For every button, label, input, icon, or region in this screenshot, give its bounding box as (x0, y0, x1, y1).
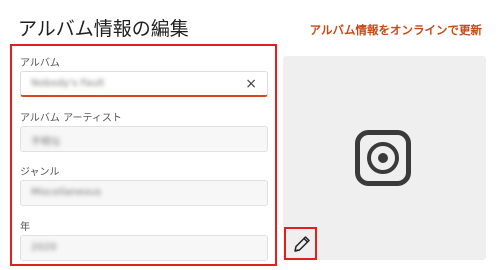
edit-album-art-button[interactable] (284, 227, 317, 260)
page-title: アルバム情報の編集 (18, 18, 189, 40)
clear-album-button[interactable]: × (245, 75, 257, 93)
year-label: 年 (20, 222, 30, 233)
genre-value: Miscellaneous (31, 187, 102, 198)
genre-label: ジャンル (20, 167, 60, 178)
album-art-placeholder-icon (355, 130, 411, 186)
album-artist-input[interactable]: 不明な (20, 126, 268, 152)
album-value: Nobody's Fault (31, 78, 105, 89)
update-online-link[interactable]: アルバム情報をオンラインで更新 (310, 22, 482, 38)
album-artist-value: 不明な (31, 137, 61, 148)
edit-album-info-dialog: アルバム情報の編集 アルバム情報をオンラインで更新 アルバム Nobody's … (0, 0, 500, 270)
album-input[interactable]: Nobody's Fault × (20, 71, 268, 97)
album-label: アルバム (20, 58, 60, 69)
genre-input[interactable]: Miscellaneous (20, 180, 268, 206)
pencil-icon (294, 236, 310, 252)
year-value: 2020 (31, 242, 57, 253)
album-artist-label: アルバム アーティスト (20, 113, 122, 124)
year-input[interactable]: 2020 (20, 235, 268, 261)
album-fields-panel: アルバム Nobody's Fault × アルバム アーティスト 不明な ジャ… (10, 44, 277, 266)
